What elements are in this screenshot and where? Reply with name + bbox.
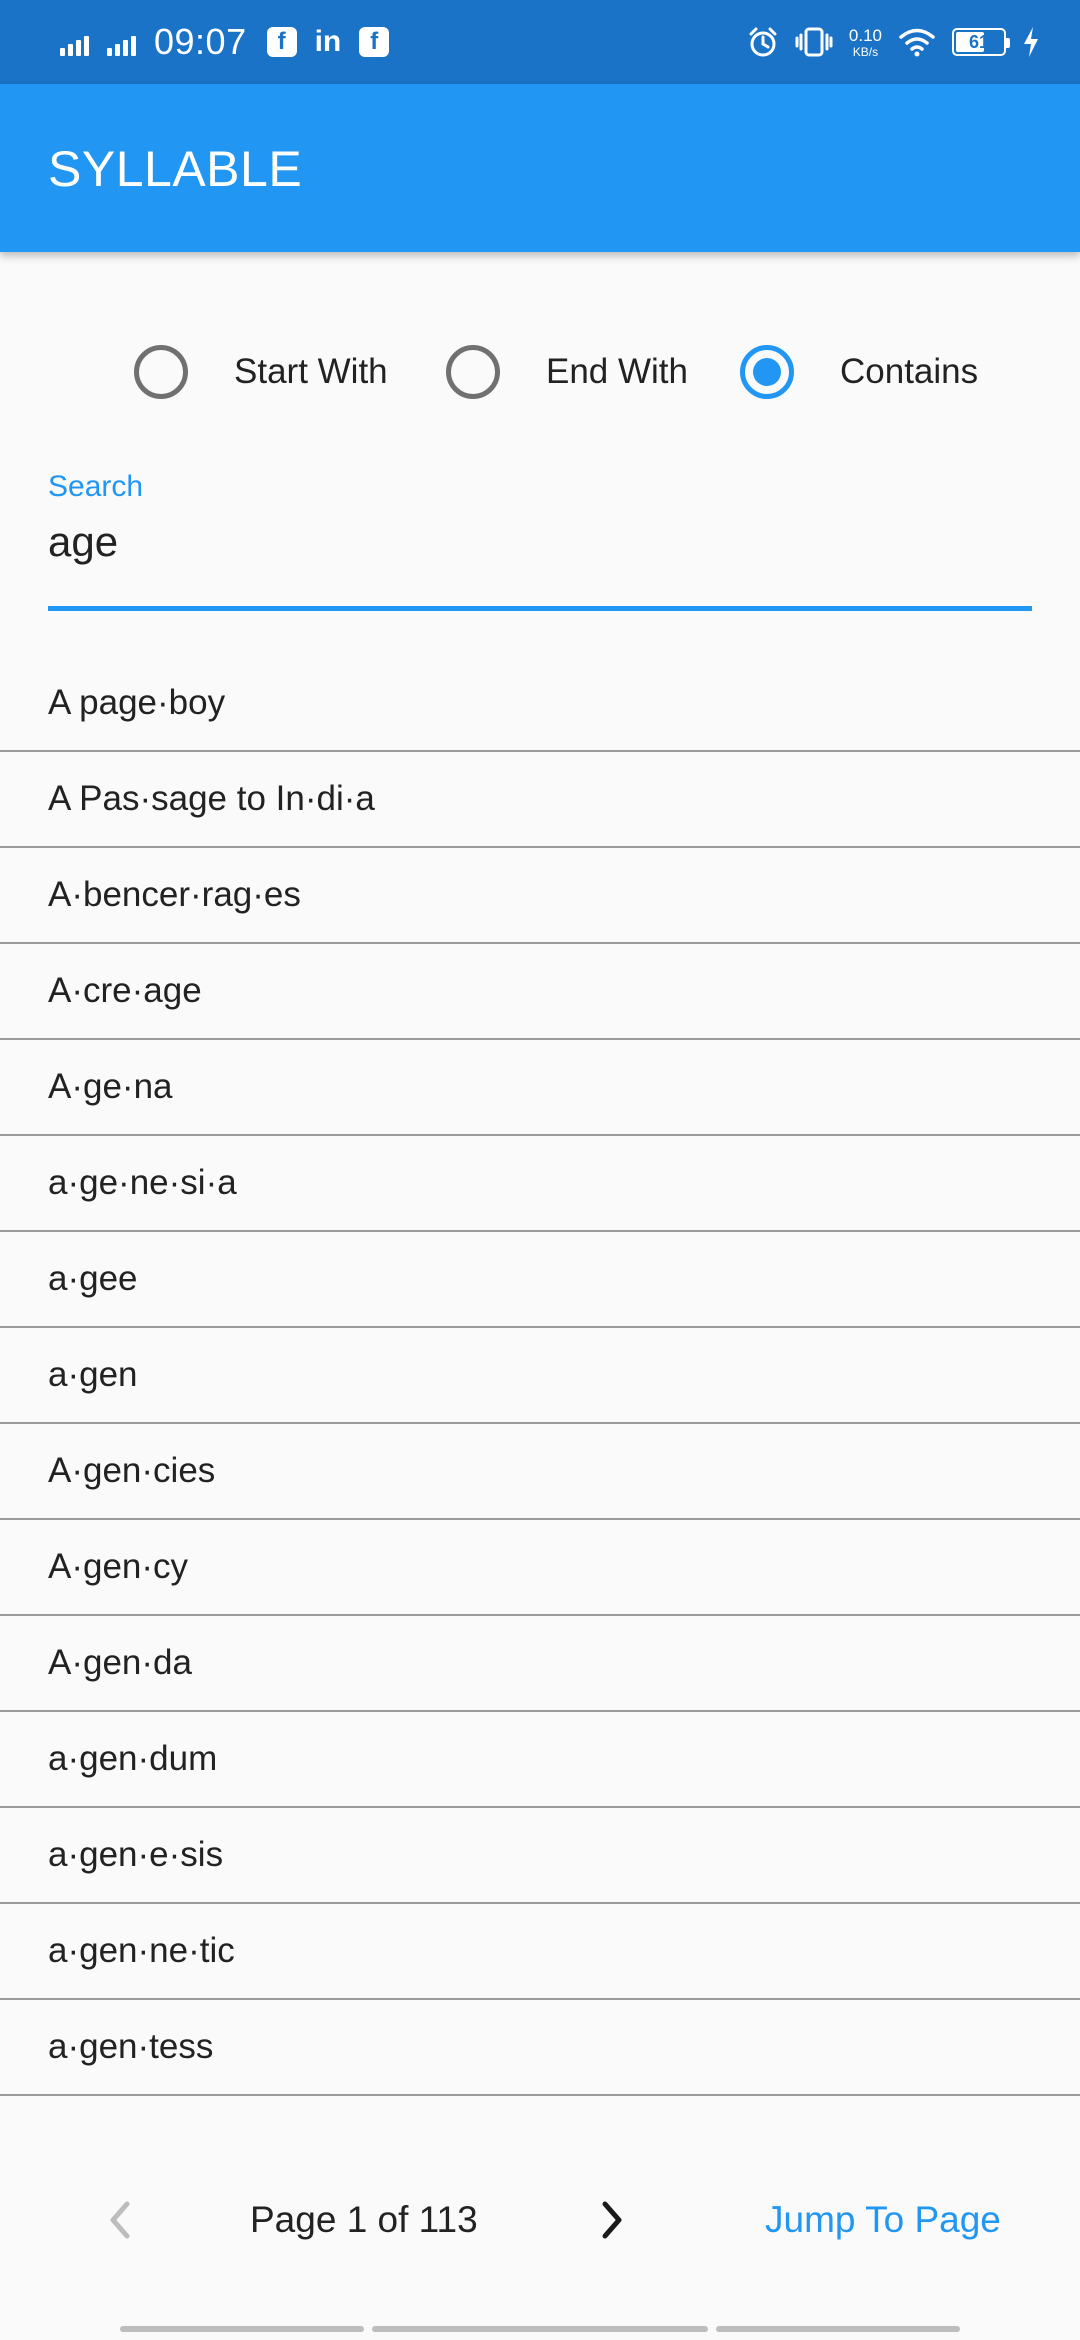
vibrate-icon	[795, 27, 833, 57]
app-bar: SYLLABLE	[0, 84, 1080, 252]
alarm-icon	[749, 27, 777, 57]
status-bar: 09:07 f in f 0.10 KB/s 61	[0, 0, 1080, 84]
nav-gesture-bar	[372, 2326, 708, 2332]
page-indicator: Page 1 of 113	[250, 2199, 478, 2240]
signal-icon	[107, 28, 136, 56]
app-title: SYLLABLE	[48, 141, 303, 197]
radio-start-with[interactable]: Start With	[134, 330, 388, 414]
search-underline	[48, 606, 1032, 611]
radio-dot	[753, 358, 781, 386]
list-item[interactable]: a·ge·ne·si·a	[0, 1136, 1080, 1232]
linkedin-icon: in	[314, 25, 342, 58]
chevron-left-icon[interactable]	[96, 2190, 144, 2250]
search-field: Search	[48, 470, 1032, 612]
list-item[interactable]: a·gen	[0, 1328, 1080, 1424]
radio-label: Start With	[234, 352, 388, 391]
radio-end-with[interactable]: End With	[446, 330, 688, 414]
list-item[interactable]: A·ge·na	[0, 1040, 1080, 1136]
battery-level: 61	[968, 31, 990, 52]
filter-radio-group: Start With End With Contains	[0, 330, 1080, 414]
pagination: Page 1 of 113 Jump To Page	[0, 2170, 1080, 2270]
search-label: Search	[48, 470, 144, 503]
radio-circle[interactable]	[134, 345, 188, 399]
list-item[interactable]: A·cre·age	[0, 944, 1080, 1040]
list-item[interactable]: a·gen·ne·tic	[0, 1904, 1080, 2000]
signal-icon	[60, 28, 89, 56]
facebook-icon: f	[266, 27, 297, 57]
radio-label: End With	[546, 352, 688, 391]
chevron-right-icon[interactable]	[588, 2190, 636, 2250]
list-item[interactable]: a·gen·dum	[0, 1712, 1080, 1808]
list-item[interactable]: a·gen·e·sis	[0, 1808, 1080, 1904]
nav-gesture-bar	[120, 2326, 364, 2332]
radio-label: Contains	[840, 352, 979, 391]
status-bar-right: 0.10 KB/s 61	[747, 18, 1040, 66]
nav-gesture-bar	[716, 2326, 960, 2332]
network-speed-value: 0.10	[848, 25, 882, 45]
list-item[interactable]: A Pas·sage to In·di·a	[0, 752, 1080, 848]
list-item[interactable]: a·gee	[0, 1232, 1080, 1328]
radio-contains[interactable]: Contains	[740, 330, 978, 414]
list-item[interactable]: a·gen·tess	[0, 2000, 1080, 2096]
network-speed-unit: KB/s	[852, 44, 879, 59]
search-input[interactable]	[48, 512, 1032, 572]
radio-circle[interactable]	[740, 345, 794, 399]
status-bar-left: 09:07 f in f	[60, 18, 397, 66]
wifi-icon	[899, 28, 935, 57]
status-time: 09:07	[154, 21, 247, 62]
network-speed: 0.10 KB/s	[849, 27, 882, 58]
facebook-icon: f	[359, 27, 390, 57]
radio-circle[interactable]	[446, 345, 500, 399]
jump-to-page-button[interactable]: Jump To Page	[765, 2190, 1001, 2250]
list-item[interactable]: A page·boy	[0, 656, 1080, 752]
list-item[interactable]: A·gen·da	[0, 1616, 1080, 1712]
list-item[interactable]: A·bencer·rag·es	[0, 848, 1080, 944]
results-list: A page·boy A Pas·sage to In·di·a A·bence…	[0, 656, 1080, 2096]
battery-icon: 61	[952, 28, 1010, 56]
charging-icon	[1024, 27, 1038, 57]
list-item[interactable]: A·gen·cies	[0, 1424, 1080, 1520]
list-item[interactable]: A·gen·cy	[0, 1520, 1080, 1616]
